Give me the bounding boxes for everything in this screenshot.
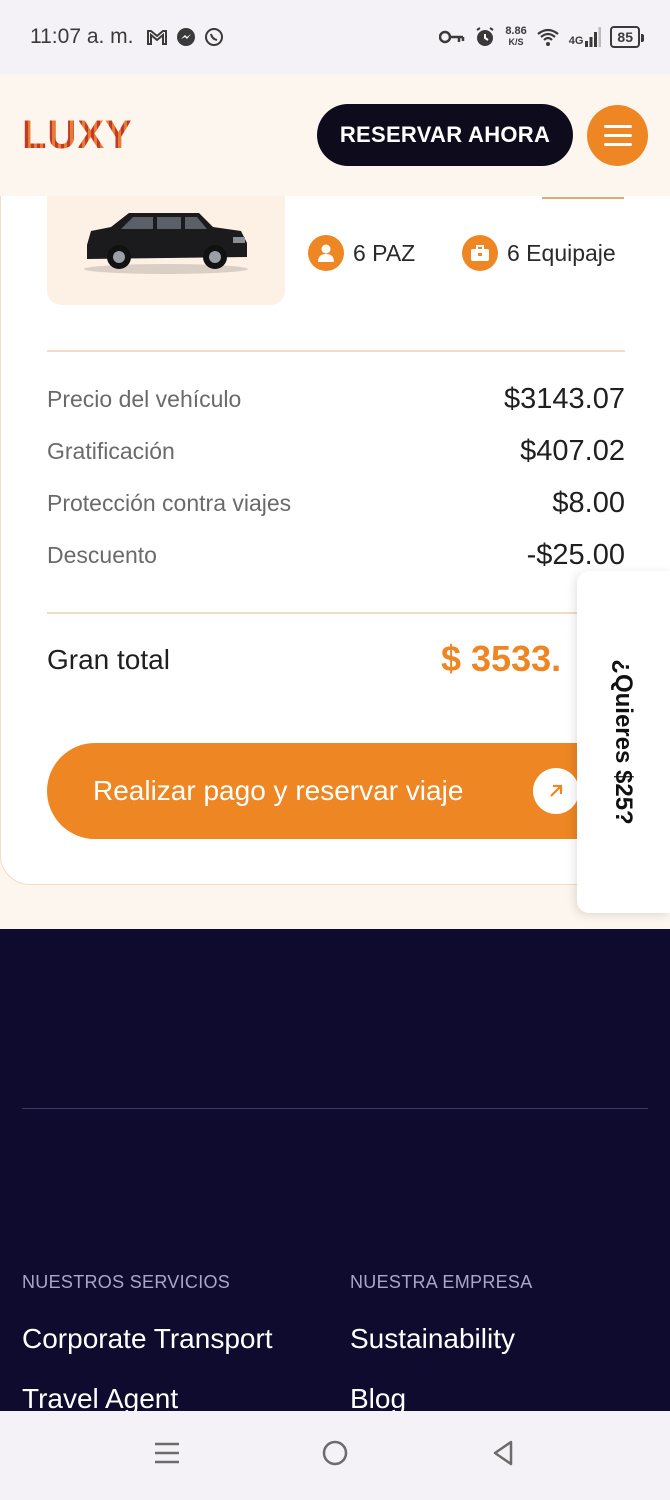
menu-icon: [603, 125, 632, 128]
back-button[interactable]: [489, 1439, 517, 1467]
status-bar: 11:07 a. m. 8.86 K/S 4G 85: [0, 0, 670, 74]
reserve-now-button[interactable]: RESERVAR AHORA: [317, 104, 573, 166]
gmail-icon: [146, 30, 167, 45]
vehicle-image: [47, 191, 285, 305]
recents-button[interactable]: [153, 1439, 181, 1467]
luxy-logo[interactable]: LUXY: [22, 113, 133, 158]
price-row-trip-protection: Protección contra viajes $8.00: [47, 487, 625, 519]
pay-and-book-button[interactable]: Realizar pago y reservar viaje: [47, 743, 625, 839]
booking-summary-card: 6 PAZ 6 Equipaje Precio del vehículo $31…: [0, 150, 670, 885]
footer-link-corporate-transport[interactable]: Corporate Transport: [22, 1323, 273, 1355]
title-accent-line: [542, 197, 624, 199]
system-nav-bar: [0, 1411, 670, 1500]
briefcase-icon: [462, 235, 498, 271]
person-icon: [308, 235, 344, 271]
grand-total-value: $ 3533.: [441, 638, 562, 679]
arrow-up-right-icon: [533, 768, 579, 814]
site-header: LUXY RESERVAR AHORA: [0, 74, 670, 196]
battery-indicator: 85: [610, 26, 644, 48]
questions-side-tab[interactable]: ¿Quieres $25?: [577, 571, 670, 913]
footer-services-column: NUESTROS SERVICIOS Corporate Transport T…: [22, 1272, 273, 1411]
wifi-icon: [537, 28, 559, 46]
whatsapp-icon: [204, 28, 223, 46]
status-time: 11:07 a. m.: [30, 25, 134, 48]
messenger-icon: [176, 28, 195, 46]
footer-link-blog[interactable]: Blog: [350, 1383, 533, 1411]
luggage-capacity: 6 Equipaje: [462, 235, 616, 271]
alarm-icon: [476, 27, 494, 46]
footer-services-heading: NUESTROS SERVICIOS: [22, 1272, 231, 1292]
divider: [47, 350, 625, 352]
price-row-gratuity: Gratificación $407.02: [47, 435, 625, 467]
network-type: 4G: [568, 35, 584, 47]
menu-button[interactable]: [587, 105, 648, 166]
signal-icon: [585, 27, 602, 47]
footer-link-sustainability[interactable]: Sustainability: [350, 1323, 533, 1355]
site-footer: NUESTROS SERVICIOS Corporate Transport T…: [0, 929, 670, 1411]
footer-link-travel-agent[interactable]: Travel Agent: [22, 1383, 273, 1411]
home-button[interactable]: [321, 1439, 349, 1467]
key-icon: [439, 30, 465, 44]
divider: [47, 612, 625, 614]
grand-total-row: Gran total $ 3533.: [47, 638, 562, 679]
net-speed: 8.86 K/S: [505, 25, 527, 48]
passenger-capacity: 6 PAZ: [308, 235, 415, 271]
footer-company-heading: NUESTRA EMPRESA: [350, 1272, 533, 1292]
footer-company-column: NUESTRA EMPRESA Sustainability Blog: [350, 1272, 533, 1411]
suv-illustration: [84, 213, 248, 274]
price-row-vehicle: Precio del vehículo $3143.07: [47, 383, 625, 415]
price-row-discount: Descuento -$25.00: [47, 539, 625, 571]
footer-divider: [22, 1108, 648, 1109]
